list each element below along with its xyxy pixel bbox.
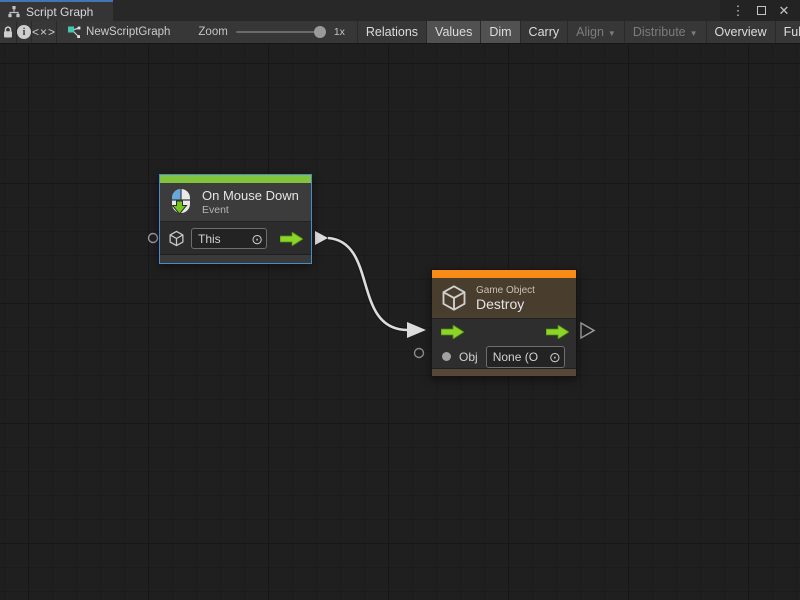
distribute-dropdown[interactable]: Distribute ▼	[625, 21, 707, 43]
destroy-accent-bar	[432, 270, 576, 278]
target-field[interactable]: This ⊙	[191, 228, 267, 249]
maximize-icon[interactable]	[753, 3, 769, 19]
connection-layer	[0, 44, 800, 600]
event-target-input-port[interactable]	[149, 234, 158, 243]
graph-canvas[interactable]: On Mouse Down Event This ⊙	[0, 44, 800, 600]
node-footer	[160, 254, 311, 263]
flow-arrow-in-icon	[441, 325, 464, 339]
tab-bar: Script Graph ⋮ ✕	[0, 0, 800, 21]
node-on-mouse-down[interactable]: On Mouse Down Event This ⊙	[159, 174, 312, 264]
gameobject-cube-icon	[168, 230, 185, 247]
tab-script-graph[interactable]: Script Graph	[0, 0, 113, 21]
relations-button[interactable]: Relations	[358, 21, 427, 43]
graph-name: NewScriptGraph	[86, 26, 170, 38]
node-destroy[interactable]: Game Object Destroy Obj None (O ⊙	[431, 269, 577, 377]
gameobject-cube-icon	[440, 284, 468, 312]
graph-toolbar: i <×> NewScriptGraph Zoom 1x Relations V…	[0, 21, 800, 44]
connection-arrowhead	[407, 322, 426, 338]
zoom-control: Zoom 1x	[198, 21, 345, 43]
lock-button[interactable]	[0, 21, 17, 43]
node-header: On Mouse Down Event	[160, 183, 311, 221]
target-field-value: This	[198, 232, 247, 246]
values-button[interactable]: Values	[427, 21, 481, 43]
zoom-value: 1x	[334, 26, 345, 38]
obj-param-label: Obj	[459, 350, 478, 364]
align-dropdown[interactable]: Align ▼	[568, 21, 625, 43]
close-icon[interactable]: ✕	[776, 3, 792, 19]
node-title: Destroy	[476, 296, 535, 312]
tab-well	[113, 0, 720, 21]
node-title: On Mouse Down	[202, 188, 299, 203]
info-icon: i	[17, 25, 31, 39]
destroy-flow-output-port[interactable]	[581, 323, 594, 338]
node-body: Obj None (O ⊙	[432, 318, 576, 368]
object-picker-icon[interactable]: ⊙	[251, 232, 263, 246]
zoom-slider[interactable]	[236, 31, 326, 33]
destroy-obj-input-port[interactable]	[415, 349, 424, 358]
fullscreen-button[interactable]: Full S	[776, 21, 800, 43]
view-toggle-buttons: Relations Values Dim Carry Align ▼ Distr…	[357, 21, 800, 43]
zoom-slider-handle[interactable]	[314, 26, 326, 38]
event-flow-output-port[interactable]	[315, 231, 328, 245]
node-footer	[432, 368, 576, 376]
node-body: This ⊙	[160, 221, 311, 254]
code-toggle-button[interactable]: <×>	[32, 21, 57, 43]
lock-icon	[0, 24, 16, 40]
zoom-label: Zoom	[198, 26, 227, 38]
node-header: Game Object Destroy	[432, 278, 576, 318]
overview-button[interactable]: Overview	[707, 21, 776, 43]
code-toggle-icon: <×>	[32, 25, 56, 39]
tab-title: Script Graph	[26, 5, 93, 19]
info-button[interactable]: i	[17, 21, 32, 43]
chevron-down-icon: ▼	[690, 29, 698, 38]
graph-hierarchy-icon	[7, 5, 21, 19]
flow-arrow-icon	[280, 232, 303, 246]
node-subtitle: Event	[202, 204, 299, 216]
flow-arrow-out-icon	[546, 325, 569, 339]
graph-breadcrumb[interactable]: NewScriptGraph	[57, 21, 170, 43]
obj-field-value: None (O	[493, 350, 545, 364]
event-accent-bar	[160, 175, 311, 183]
script-graph-asset-icon	[67, 25, 81, 39]
carry-button[interactable]: Carry	[521, 21, 569, 43]
obj-field[interactable]: None (O ⊙	[486, 346, 565, 368]
obj-value-port[interactable]	[442, 352, 451, 361]
connection-wire-shadow	[328, 238, 407, 330]
chevron-down-icon: ▼	[608, 29, 616, 38]
window-menu-icon[interactable]: ⋮	[730, 3, 746, 19]
object-picker-icon[interactable]: ⊙	[549, 350, 561, 364]
mouse-down-icon	[168, 188, 194, 216]
node-category: Game Object	[476, 285, 535, 296]
window-controls: ⋮ ✕	[720, 0, 800, 21]
dim-button[interactable]: Dim	[481, 21, 520, 43]
